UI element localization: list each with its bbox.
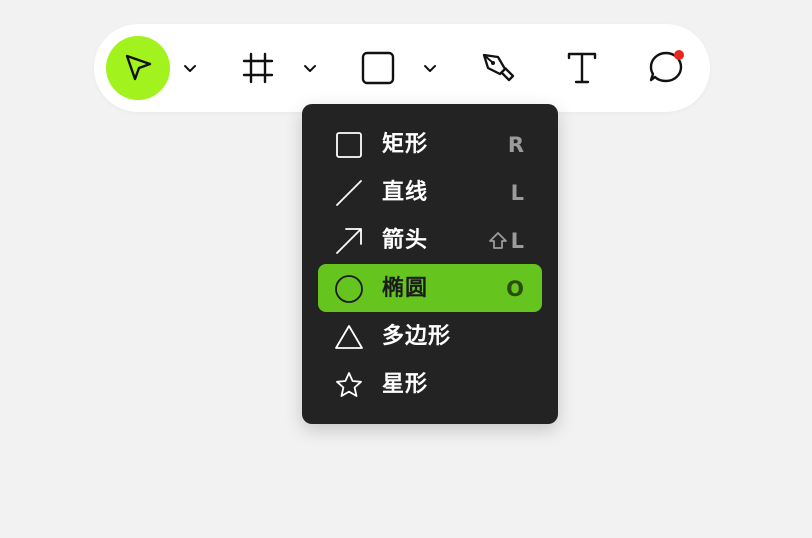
text-icon xyxy=(567,52,597,84)
shortcut-key: L xyxy=(488,228,524,254)
shortcut-key: L xyxy=(510,181,524,205)
menu-item-label: 箭头 xyxy=(382,228,429,253)
chevron-down-icon xyxy=(184,65,196,72)
move-tool-button[interactable] xyxy=(106,36,170,100)
shape-menu: 矩形 R 直线 L 箭头 L 椭圆 O 多边形 星形 xyxy=(302,104,558,424)
menu-item-label: 椭圆 xyxy=(382,276,429,301)
toolbar xyxy=(94,24,710,112)
menu-item-polygon[interactable]: 多边形 xyxy=(318,312,542,360)
shortcut-letter: L xyxy=(510,229,524,253)
pen-icon xyxy=(482,53,515,82)
cursor-arrow-icon xyxy=(125,54,152,81)
shape-tool-button[interactable] xyxy=(346,36,410,100)
menu-item-line[interactable]: 直线 L xyxy=(318,168,542,216)
menu-item-label: 矩形 xyxy=(382,132,429,157)
menu-item-star[interactable]: 星形 xyxy=(318,360,542,408)
rectangle-icon xyxy=(361,51,395,85)
comment-tool-button[interactable] xyxy=(634,36,698,100)
shortcut-key: O xyxy=(506,277,524,301)
shortcut-key: R xyxy=(507,133,524,157)
pen-tool-button[interactable] xyxy=(466,36,530,100)
frame-tool-dropdown[interactable] xyxy=(298,56,322,80)
square-icon xyxy=(334,130,364,160)
chevron-down-icon xyxy=(304,65,316,72)
shift-icon xyxy=(488,232,507,249)
star-icon xyxy=(334,370,364,400)
chevron-down-icon xyxy=(424,65,436,72)
menu-item-ellipse[interactable]: 椭圆 O xyxy=(318,264,542,312)
menu-item-label: 直线 xyxy=(382,180,429,205)
menu-item-label: 多边形 xyxy=(382,324,452,349)
line-icon xyxy=(334,178,364,208)
shape-tool-dropdown[interactable] xyxy=(418,56,442,80)
menu-item-label: 星形 xyxy=(382,372,429,397)
menu-item-rectangle[interactable]: 矩形 R xyxy=(318,120,542,168)
triangle-icon xyxy=(334,322,364,352)
arrow-icon xyxy=(334,226,364,256)
frame-tool-button[interactable] xyxy=(226,36,290,100)
text-tool-button[interactable] xyxy=(550,36,614,100)
circle-icon xyxy=(334,274,364,304)
move-tool-dropdown[interactable] xyxy=(178,56,202,80)
notification-dot xyxy=(674,50,684,60)
menu-item-arrow[interactable]: 箭头 L xyxy=(318,216,542,264)
frame-hash-icon xyxy=(242,52,274,84)
